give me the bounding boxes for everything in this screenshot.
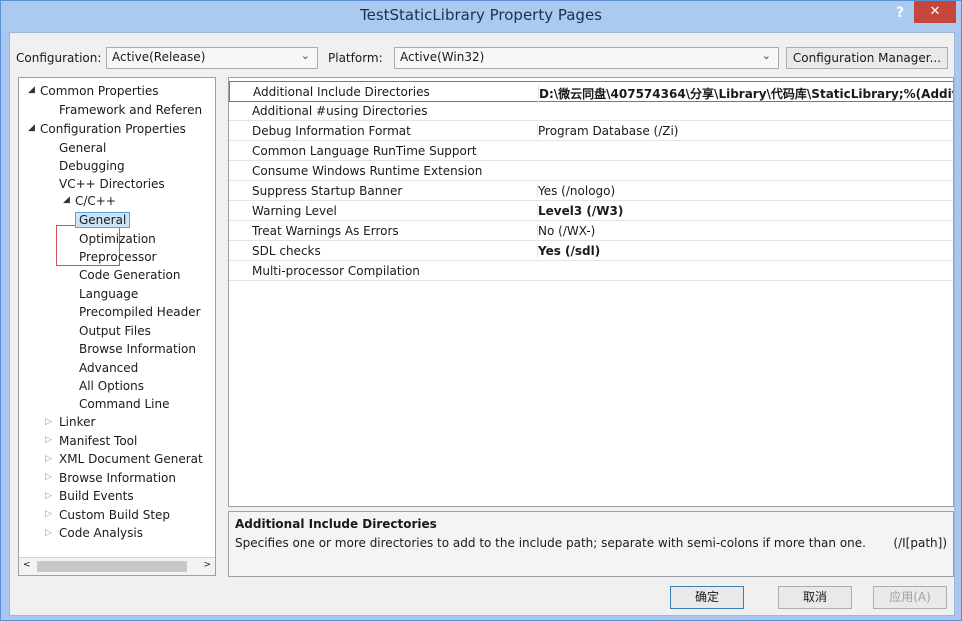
description-option: (/I[path]) [893, 536, 947, 550]
property-row[interactable]: Multi-processor Compilation [229, 261, 953, 281]
cancel-button[interactable]: 取消 [778, 586, 852, 609]
property-row[interactable]: Warning Level Level3 (/W3) [229, 201, 953, 221]
collapsed-triangle-icon[interactable]: ▷ [45, 509, 52, 519]
tree-item-language[interactable]: Language [79, 286, 138, 302]
chevron-down-icon: ⌄ [761, 49, 771, 62]
help-button[interactable]: ? [890, 4, 910, 24]
tree-item-configuration-properties[interactable]: Configuration Properties [40, 121, 186, 137]
property-name: SDL checks [252, 244, 321, 258]
property-row[interactable]: Consume Windows Runtime Extension [229, 161, 953, 181]
property-name: Debug Information Format [252, 124, 411, 138]
configuration-manager-button[interactable]: Configuration Manager... [786, 47, 948, 69]
dialog-client: Configuration: Active(Release) ⌄ Platfor… [9, 32, 955, 616]
tree-item-debugging[interactable]: Debugging [59, 158, 125, 174]
property-row[interactable]: Common Language RunTime Support [229, 141, 953, 161]
tree-item-output-files[interactable]: Output Files [79, 323, 151, 339]
tree-item-command-line[interactable]: Command Line [79, 396, 170, 412]
property-name: Consume Windows Runtime Extension [252, 164, 483, 178]
property-value[interactable]: Yes (/nologo) [537, 184, 953, 198]
window-title: TestStaticLibrary Property Pages [359, 6, 602, 24]
tree-item-build-events[interactable]: Build Events [59, 488, 134, 504]
collapsed-triangle-icon[interactable]: ▷ [45, 491, 52, 501]
collapsed-triangle-icon[interactable]: ▷ [45, 417, 52, 427]
property-row[interactable]: Suppress Startup Banner Yes (/nologo) [229, 181, 953, 201]
apply-button[interactable]: 应用(A) [873, 586, 947, 609]
tree-item-common-properties[interactable]: Common Properties [40, 83, 159, 99]
property-pages-window: TestStaticLibrary Property Pages ? ✕ Con… [0, 0, 962, 621]
collapsed-triangle-icon[interactable]: ▷ [45, 435, 52, 445]
scroll-left-icon[interactable]: < [23, 560, 31, 570]
expanded-triangle-icon[interactable]: ◢ [63, 195, 70, 205]
property-value[interactable]: D:\微云同盘\407574364\分享\Library\代码库\StaticL… [538, 85, 953, 102]
collapsed-triangle-icon[interactable]: ▷ [45, 454, 52, 464]
title-bar[interactable]: TestStaticLibrary Property Pages ? ✕ [1, 1, 961, 31]
chevron-down-icon: ⌄ [300, 49, 310, 62]
property-name: Additional #using Directories [252, 104, 428, 118]
tree-item-cpp[interactable]: C/C++ [75, 193, 116, 209]
scrollbar-thumb[interactable] [37, 561, 187, 572]
collapsed-triangle-icon[interactable]: ▷ [45, 528, 52, 538]
tree-horizontal-scrollbar[interactable]: < > [19, 557, 215, 575]
expanded-triangle-icon[interactable]: ◢ [28, 85, 35, 95]
platform-dropdown[interactable]: Active(Win32) ⌄ [394, 47, 779, 69]
property-value[interactable]: Yes (/sdl) [537, 244, 953, 258]
description-body: Specifies one or more directories to add… [235, 536, 866, 550]
tree-item-custom-build-step[interactable]: Custom Build Step [59, 507, 170, 523]
property-grid: Additional Include Directories D:\微云同盘\4… [228, 77, 954, 507]
platform-label: Platform: [328, 51, 383, 65]
property-name: Treat Warnings As Errors [252, 224, 399, 238]
close-button[interactable]: ✕ [914, 1, 956, 23]
tree-item-manifest-tool[interactable]: Manifest Tool [59, 433, 137, 449]
property-value[interactable]: No (/WX-) [537, 224, 953, 238]
property-name: Warning Level [252, 204, 337, 218]
tree-item-xml-document[interactable]: XML Document Generat [59, 451, 203, 467]
tree-item-code-analysis[interactable]: Code Analysis [59, 525, 143, 541]
ok-button[interactable]: 确定 [670, 586, 744, 609]
property-row[interactable]: SDL checks Yes (/sdl) [229, 241, 953, 261]
description-panel: Additional Include Directories Specifies… [228, 511, 954, 577]
configuration-dropdown[interactable]: Active(Release) ⌄ [106, 47, 318, 69]
platform-value: Active(Win32) [400, 50, 485, 64]
property-row[interactable]: Debug Information Format Program Databas… [229, 121, 953, 141]
configuration-label: Configuration: [16, 51, 102, 65]
tree-item-general[interactable]: General [59, 140, 106, 156]
tree-item-all-options[interactable]: All Options [79, 378, 144, 394]
tree-item-optimization[interactable]: Optimization [79, 231, 156, 247]
tree-item-cpp-general[interactable]: General [75, 212, 131, 228]
tree-item-framework[interactable]: Framework and Referen [59, 102, 202, 118]
cpp-general-label: General [75, 212, 131, 228]
tree-item-browse-information[interactable]: Browse Information [79, 341, 196, 357]
configuration-value: Active(Release) [112, 50, 206, 64]
property-value[interactable]: Program Database (/Zi) [537, 124, 953, 138]
tree-item-code-generation[interactable]: Code Generation [79, 267, 180, 283]
property-row[interactable]: Treat Warnings As Errors No (/WX-) [229, 221, 953, 241]
tree-item-advanced[interactable]: Advanced [79, 360, 138, 376]
tree-item-precompiled-header[interactable]: Precompiled Header [79, 304, 201, 320]
collapsed-triangle-icon[interactable]: ▷ [45, 472, 52, 482]
property-name: Additional Include Directories [253, 85, 430, 99]
tree-item-linker[interactable]: Linker [59, 414, 95, 430]
tree-item-browse-info[interactable]: Browse Information [59, 470, 176, 486]
property-tree: ◢ Common Properties Framework and Refere… [18, 77, 216, 576]
property-name: Common Language RunTime Support [252, 144, 477, 158]
property-name: Multi-processor Compilation [252, 264, 420, 278]
tree-item-preprocessor[interactable]: Preprocessor [79, 249, 156, 265]
description-title: Additional Include Directories [235, 517, 437, 531]
expanded-triangle-icon[interactable]: ◢ [28, 123, 35, 133]
property-value[interactable]: Level3 (/W3) [537, 204, 953, 218]
property-row-include-dirs[interactable]: Additional Include Directories D:\微云同盘\4… [229, 81, 953, 102]
tree-item-vc-directories[interactable]: VC++ Directories [59, 176, 165, 192]
property-row[interactable]: Additional #using Directories [229, 101, 953, 121]
property-name: Suppress Startup Banner [252, 184, 403, 198]
scroll-right-icon[interactable]: > [203, 560, 211, 570]
